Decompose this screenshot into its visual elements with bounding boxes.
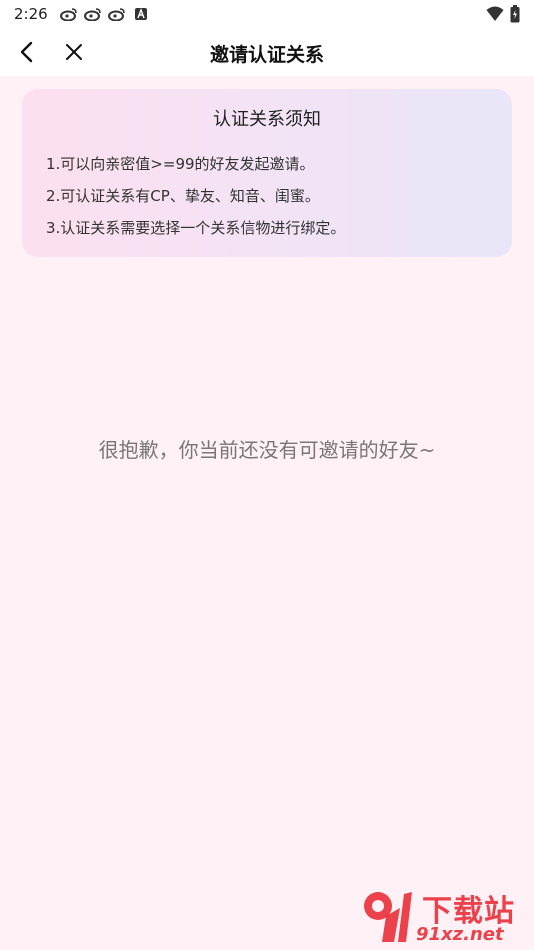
watermark-domain: 91xz.net — [416, 924, 504, 945]
notice-item: 1.可以向亲密值>=99的好友发起邀请。 — [46, 155, 315, 173]
weibo-icon — [83, 7, 102, 21]
battery-icon — [510, 5, 520, 27]
watermark-logo — [364, 892, 412, 942]
notice-item: 3.认证关系需要选择一个关系信物进行绑定。 — [46, 219, 346, 237]
status-right — [486, 5, 520, 27]
page-title: 邀请认证关系 — [209, 44, 324, 66]
notice-title: 认证关系须知 — [213, 109, 321, 130]
a-icon — [132, 7, 150, 21]
notice-item: 2.可认证关系有CP、挚友、知音、闺蜜。 — [46, 187, 320, 205]
empty-state-message: 很抱歉，你当前还没有可邀请的好友~ — [98, 438, 436, 462]
status-time: 2:26 — [14, 5, 48, 23]
weibo-icon — [59, 7, 78, 21]
watermark: 下载站 91xz.net — [356, 886, 528, 946]
app-bar: 邀请认证关系 — [0, 28, 534, 76]
status-bar: 2:26 — [0, 0, 534, 28]
weibo-icon — [107, 7, 126, 21]
notice-card: 认证关系须知 1.可以向亲密值>=99的好友发起邀请。 2.可认证关系有CP、挚… — [22, 89, 512, 257]
wifi-icon — [486, 6, 504, 26]
